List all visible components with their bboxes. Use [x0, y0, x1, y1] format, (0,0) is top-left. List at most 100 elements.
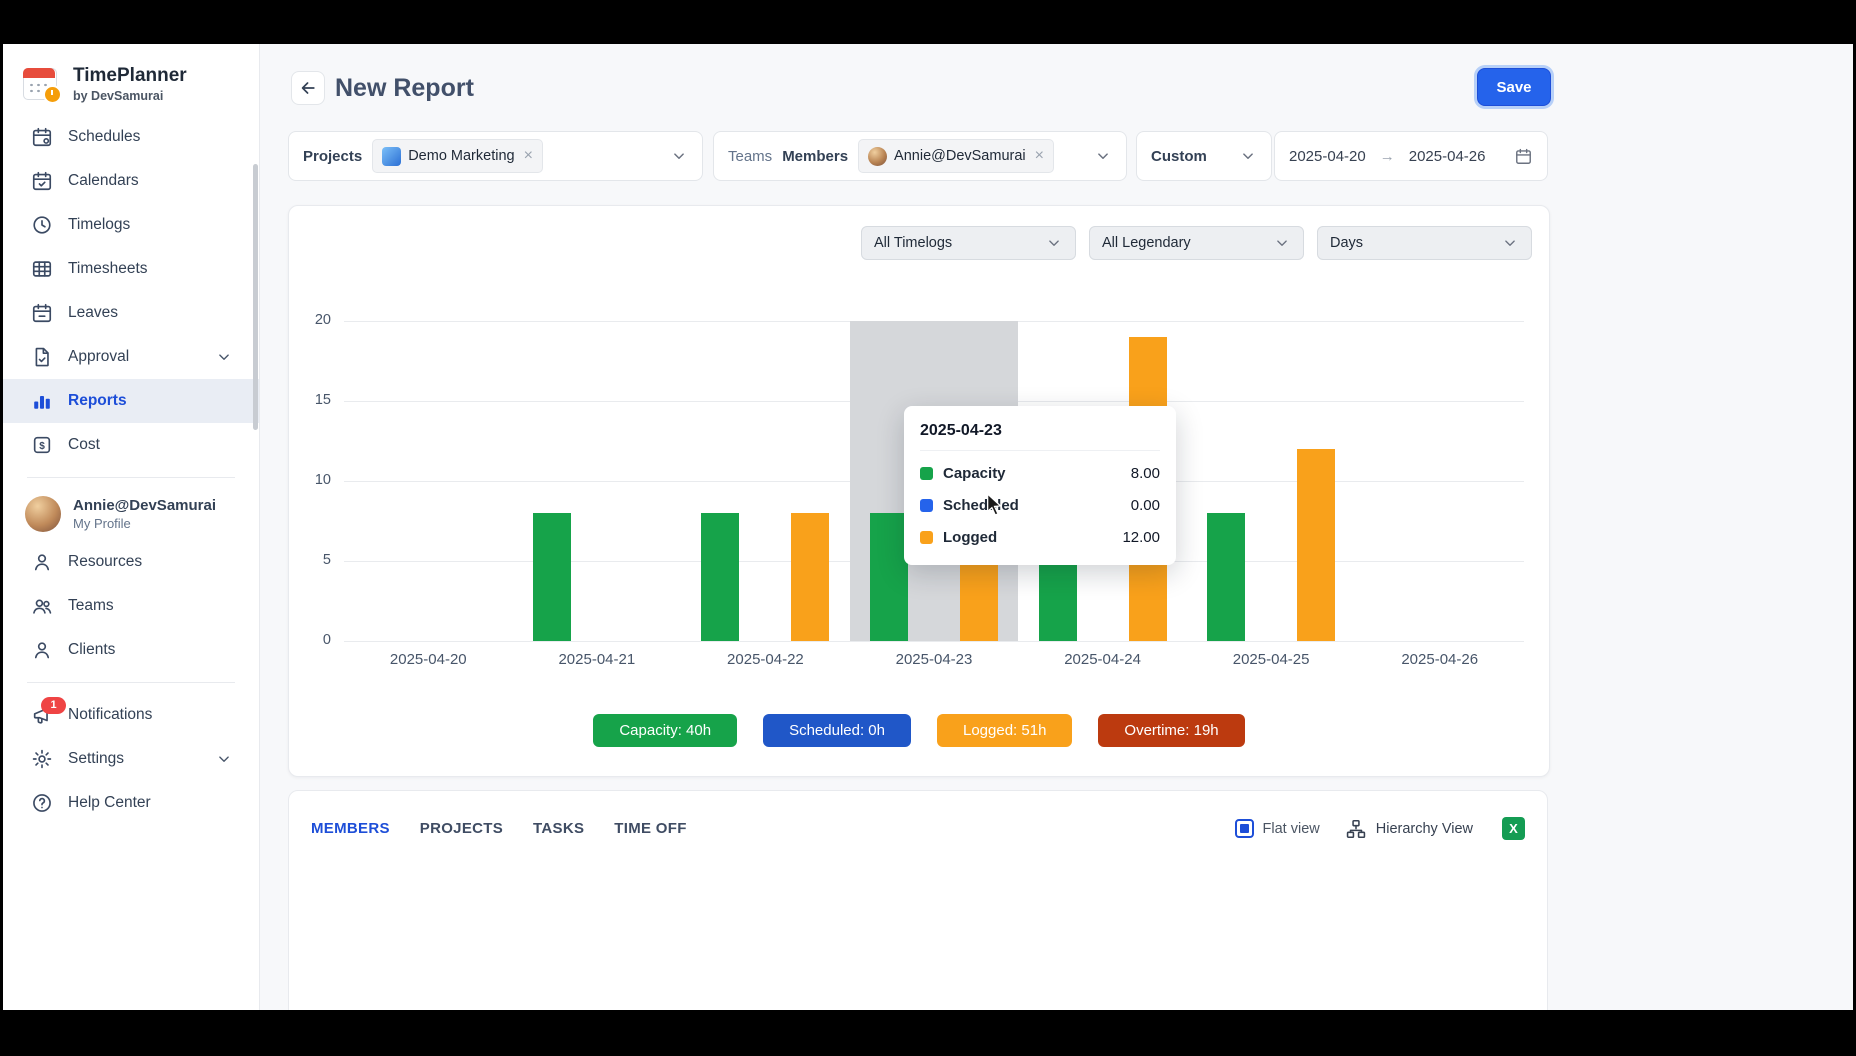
tooltip-row: Logged 12.00	[920, 521, 1160, 553]
chevron-down-icon	[1501, 234, 1519, 252]
report-chart-card: All TimelogsAll LegendaryDays 0510152020…	[288, 205, 1550, 777]
sidebar-item-label: Clients	[68, 641, 115, 659]
sidebar-item-label: Leaves	[68, 304, 118, 322]
sidebar-item-timesheets[interactable]: Timesheets	[3, 247, 259, 291]
members-label[interactable]: Members	[782, 148, 848, 165]
clock-icon	[31, 214, 53, 236]
profile[interactable]: Annie@DevSamurai My Profile	[3, 488, 259, 540]
view-toggles: Flat view Hierarchy View X	[1235, 817, 1525, 840]
bar-capacity-2025-04-22[interactable]	[701, 513, 739, 641]
flat-view-icon[interactable]	[1235, 819, 1254, 838]
divider	[27, 477, 235, 478]
y-axis-label: 15	[289, 392, 331, 408]
members-filter[interactable]: Teams Members Annie@DevSamurai ×	[713, 131, 1127, 181]
projects-filter[interactable]: Projects Demo Marketing ×	[288, 131, 703, 181]
y-axis-label: 20	[289, 312, 331, 328]
calendar-logo-icon	[23, 66, 61, 102]
calendar-icon[interactable]	[1514, 147, 1533, 166]
sidebar-item-resources[interactable]: Resources	[3, 540, 259, 584]
date-range-picker[interactable]: 2025-04-20 → 2025-04-26	[1274, 131, 1548, 181]
projects-label: Projects	[303, 148, 362, 165]
sidebar-item-label: Timelogs	[68, 216, 130, 234]
app-logo[interactable]: TimePlanner by DevSamurai	[3, 44, 259, 115]
sidebar: TimePlanner by DevSamurai Schedules Calen…	[3, 44, 260, 1010]
series-color-swatch	[920, 467, 933, 480]
chevron-down-icon[interactable]	[215, 348, 233, 366]
reports-icon	[31, 390, 53, 412]
help-icon	[31, 792, 53, 814]
sidebar-item-help-center[interactable]: Help Center	[3, 781, 259, 825]
tooltip-series-value: 12.00	[1122, 529, 1160, 546]
sidebar-scrollbar[interactable]	[253, 164, 258, 430]
chart-filter-days[interactable]: Days	[1317, 226, 1532, 260]
legend-button-logged[interactable]: Logged: 51h	[937, 714, 1072, 747]
sidebar-item-approval[interactable]: Approval	[3, 335, 259, 379]
tab-time-off[interactable]: TIME OFF	[614, 820, 686, 837]
date-from[interactable]: 2025-04-20	[1289, 148, 1366, 165]
flat-view-label[interactable]: Flat view	[1263, 821, 1320, 837]
hierarchy-view-label[interactable]: Hierarchy View	[1376, 821, 1473, 837]
chevron-down-icon[interactable]	[1094, 147, 1112, 165]
project-avatar	[382, 147, 401, 166]
tab-members[interactable]: MEMBERS	[311, 820, 390, 837]
save-button[interactable]: Save	[1477, 68, 1551, 106]
page-title: New Report	[335, 74, 474, 103]
legend-button-overtime[interactable]: Overtime: 19h	[1098, 714, 1244, 747]
chevron-down-icon[interactable]	[670, 147, 688, 165]
bar-capacity-2025-04-23[interactable]	[870, 513, 908, 641]
project-tag[interactable]: Demo Marketing ×	[372, 139, 543, 173]
tab-tasks[interactable]: TASKS	[533, 820, 584, 837]
sidebar-item-schedules[interactable]: Schedules	[3, 115, 259, 159]
notification-badge: 1	[41, 697, 66, 714]
date-to[interactable]: 2025-04-26	[1409, 148, 1486, 165]
approval-icon	[31, 346, 53, 368]
sidebar-item-label: Resources	[68, 553, 142, 571]
remove-icon[interactable]: ×	[1035, 148, 1044, 164]
chart-legend: Capacity: 40h Scheduled: 0h Logged: 51h Ove…	[289, 714, 1549, 747]
tab-projects[interactable]: PROJECTS	[420, 820, 503, 837]
remove-icon[interactable]: ×	[524, 148, 533, 164]
tooltip-series-label: Logged	[943, 529, 997, 546]
back-button[interactable]	[291, 71, 325, 105]
chevron-down-icon[interactable]	[215, 750, 233, 768]
sidebar-item-label: Cost	[68, 436, 100, 454]
bar-logged-2025-04-25[interactable]	[1297, 449, 1335, 641]
chart-tooltip: 2025-04-23Capacity8.00Scheduled0.00Logge…	[904, 406, 1176, 565]
member-tag[interactable]: Annie@DevSamurai ×	[858, 139, 1054, 173]
hierarchy-view-icon[interactable]	[1345, 818, 1367, 840]
legend-button-scheduled[interactable]: Scheduled: 0h	[763, 714, 911, 747]
chart-controls: All Timelogs All Legendary Days	[861, 226, 1532, 260]
legend-button-capacity[interactable]: Capacity: 40h	[593, 714, 737, 747]
sidebar-item-label: Notifications	[68, 706, 152, 724]
teams-label[interactable]: Teams	[728, 148, 772, 165]
tooltip-series-value: 0.00	[1131, 497, 1160, 514]
tooltip-date: 2025-04-23	[920, 416, 1160, 451]
sidebar-item-label: Settings	[68, 750, 124, 768]
chart-filter-all-timelogs[interactable]: All Timelogs	[861, 226, 1076, 260]
tooltip-series-label: Scheduled	[943, 497, 1019, 514]
sidebar-item-label: Help Center	[68, 794, 151, 812]
sidebar-item-timelogs[interactable]: Timelogs	[3, 203, 259, 247]
sidebar-item-teams[interactable]: Teams	[3, 584, 259, 628]
details-panel: MEMBERS PROJECTS TASKS TIME OFF Flat view H…	[288, 790, 1548, 1010]
excel-export-icon[interactable]: X	[1502, 817, 1525, 840]
sidebar-item-label: Reports	[68, 392, 127, 410]
sidebar-nav-footer: Notifications1 Settings Help Center	[3, 693, 259, 825]
sidebar-item-label: Calendars	[68, 172, 139, 190]
sidebar-item-reports[interactable]: Reports	[3, 379, 259, 423]
bar-capacity-2025-04-25[interactable]	[1207, 513, 1245, 641]
sidebar-item-calendars[interactable]: Calendars	[3, 159, 259, 203]
app-window: TimePlanner by DevSamurai Schedules Calen…	[3, 44, 1853, 1010]
sidebar-item-notifications[interactable]: Notifications1	[3, 693, 259, 737]
bar-capacity-2025-04-21[interactable]	[533, 513, 571, 641]
sidebar-item-settings[interactable]: Settings	[3, 737, 259, 781]
date-range-type-select[interactable]: Custom	[1136, 131, 1272, 181]
chart-filter-all-legendary[interactable]: All Legendary	[1089, 226, 1304, 260]
sidebar-item-cost[interactable]: $Cost	[3, 423, 259, 467]
details-tabs: MEMBERS PROJECTS TASKS TIME OFF	[311, 820, 687, 837]
app-name: TimePlanner	[73, 66, 187, 87]
person-icon	[31, 551, 53, 573]
sidebar-item-leaves[interactable]: Leaves	[3, 291, 259, 335]
sidebar-item-clients[interactable]: Clients	[3, 628, 259, 672]
bar-logged-2025-04-22[interactable]	[791, 513, 829, 641]
